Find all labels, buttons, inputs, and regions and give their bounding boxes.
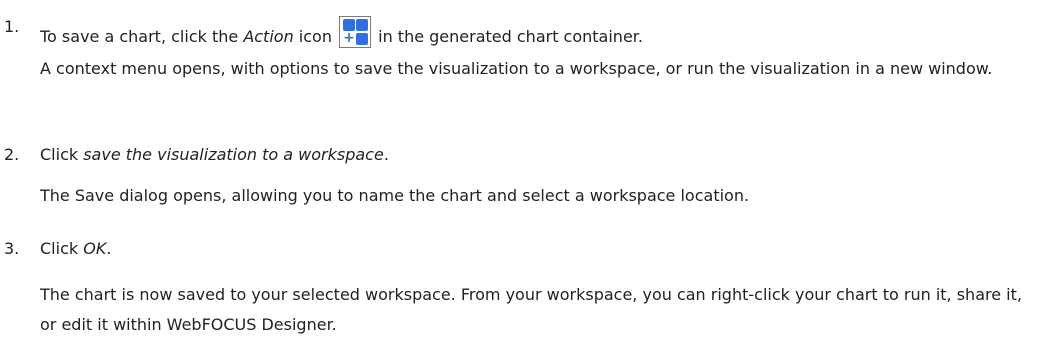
step-number: 3.	[4, 239, 20, 258]
instruction-text: Click	[40, 145, 84, 164]
instruction-emphasis: OK	[83, 239, 107, 258]
step-instruction: Click OK.	[40, 238, 111, 260]
step-result: The Save dialog opens, allowing you to n…	[40, 186, 750, 205]
instruction-emphasis: save the visualization to a workspace	[83, 145, 384, 164]
instruction-emphasis: Action	[243, 27, 294, 46]
instruction-text: Click	[40, 239, 84, 258]
step-result: A context menu opens, with options to sa…	[40, 59, 993, 78]
step-instruction: Click save the visualization to a worksp…	[40, 144, 389, 166]
step-number: 2.	[4, 145, 20, 164]
procedure-steps: 1. To save a chart, click the Action ico…	[0, 0, 1042, 364]
instruction-text: icon	[293, 27, 338, 46]
instruction-text: To save a chart, click the	[40, 27, 244, 46]
step-number: 1.	[4, 17, 20, 36]
instruction-text: in the generated chart container.	[373, 27, 643, 46]
instruction-text: .	[106, 239, 112, 258]
step-instruction: To save a chart, click the Action icon +…	[40, 16, 643, 48]
action-grid-plus-icon: +	[339, 16, 372, 48]
instruction-text: .	[383, 145, 389, 164]
step-result: The chart is now saved to your selected …	[40, 285, 1022, 334]
